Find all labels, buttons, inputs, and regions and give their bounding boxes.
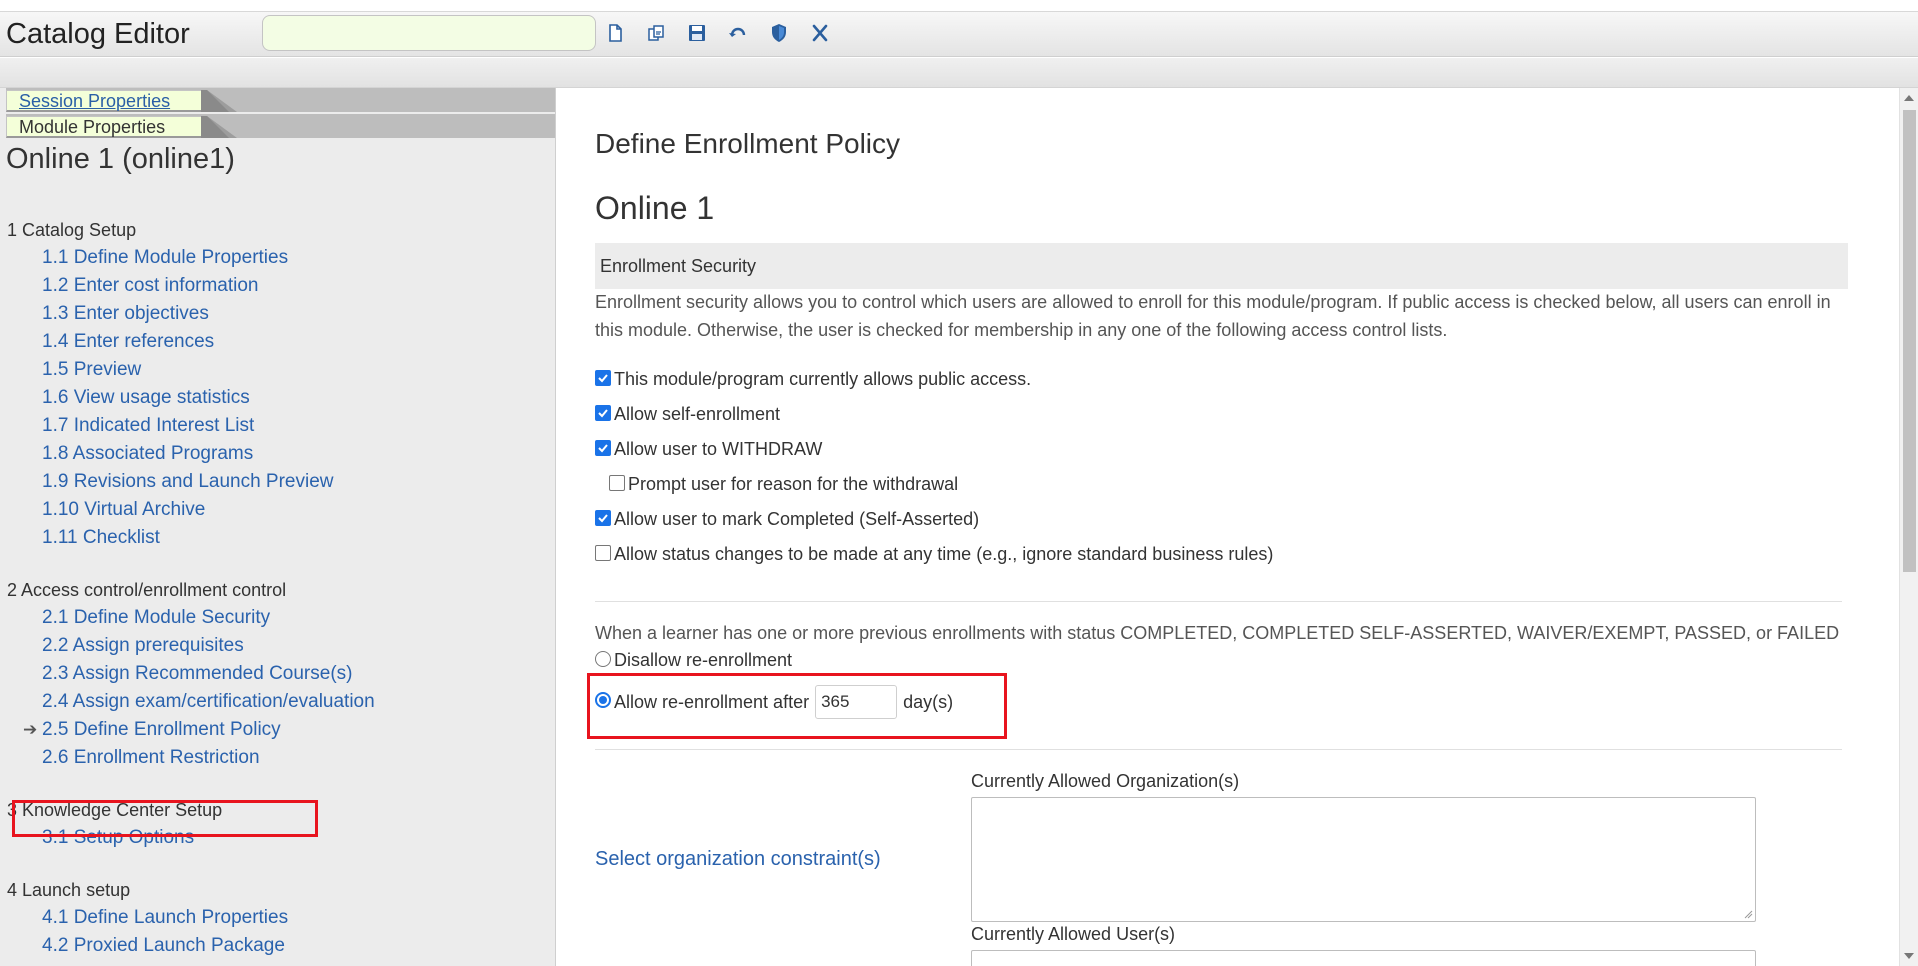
undo-icon[interactable] — [727, 22, 749, 44]
option-label: This module/program currently allows pub… — [614, 369, 1032, 389]
allowed-orgs-textarea[interactable] — [971, 797, 1756, 922]
nav-item-enter-cost-information[interactable]: 1.2 Enter cost information — [0, 272, 555, 300]
highlight-box-reenrollment — [587, 673, 1007, 739]
nav-section-access-control: 2 Access control/enrollment control — [7, 580, 287, 600]
nav-item-label: 2.5 Define Enrollment Policy — [42, 719, 281, 740]
app-title: Catalog Editor — [6, 18, 190, 50]
nav-item-checklist[interactable]: 1.11 Checklist — [0, 524, 555, 552]
close-x-icon[interactable] — [809, 22, 831, 44]
nav-item-assign-exam[interactable]: 2.4 Assign exam/certification/evaluation — [0, 688, 555, 716]
new-document-icon[interactable] — [604, 22, 626, 44]
checkbox-unchecked-icon[interactable] — [595, 544, 611, 561]
nav-item-assign-recommended-courses[interactable]: 2.3 Assign Recommended Course(s) — [0, 660, 555, 688]
option-label: Allow status changes to be made at any t… — [614, 544, 1274, 564]
main-scrollbar[interactable] — [1899, 88, 1918, 966]
nav-item-enter-objectives[interactable]: 1.3 Enter objectives — [0, 300, 555, 328]
scroll-down-arrow-icon[interactable] — [1904, 953, 1914, 959]
tab-label: Module Properties — [19, 117, 166, 137]
current-arrow-icon: ➔ — [23, 720, 38, 739]
option-public-access[interactable]: This module/program currently allows pub… — [595, 369, 1031, 390]
section-header: Enrollment Security — [595, 243, 1848, 289]
page-title: Define Enrollment Policy — [595, 128, 901, 159]
option-self-enrollment[interactable]: Allow self-enrollment — [595, 404, 780, 425]
nav-item-revisions-launch-preview[interactable]: 1.9 Revisions and Launch Preview — [0, 468, 555, 496]
tab-corner — [201, 116, 237, 138]
tab-corner — [201, 90, 237, 112]
save-icon[interactable] — [686, 22, 708, 44]
radio-unselected-icon[interactable] — [595, 650, 611, 667]
nav-item-define-module-security[interactable]: 2.1 Define Module Security — [0, 604, 555, 632]
nav-item-enter-references[interactable]: 1.4 Enter references — [0, 328, 555, 356]
search-input[interactable] — [262, 15, 596, 51]
left-panel: Session Properties Module Properties Onl… — [0, 88, 556, 966]
option-prompt-reason[interactable]: Prompt user for reason for the withdrawa… — [609, 474, 958, 495]
option-label: Disallow re-enrollment — [614, 650, 793, 670]
main-content: Define Enrollment Policy Online 1 Enroll… — [557, 88, 1899, 966]
scroll-up-arrow-icon[interactable] — [1904, 95, 1914, 101]
option-label: Allow user to WITHDRAW — [614, 439, 823, 459]
divider — [595, 749, 1842, 750]
nav-item-define-enrollment-policy[interactable]: ➔ 2.5 Define Enrollment Policy — [0, 716, 555, 744]
option-disallow-reenrollment[interactable]: Disallow re-enrollment — [595, 650, 792, 671]
module-name: Online 1 (online1) — [6, 143, 235, 175]
sub-toolbar — [0, 58, 1918, 88]
option-label: Prompt user for reason for the withdrawa… — [628, 474, 959, 494]
section-description: Enrollment security allows you to contro… — [595, 292, 1831, 340]
nav-tree: 1 Catalog Setup 1.1 Define Module Proper… — [0, 216, 555, 960]
option-status-changes[interactable]: Allow status changes to be made at any t… — [595, 544, 1273, 565]
shield-icon[interactable] — [768, 22, 790, 44]
option-label: Allow user to mark Completed (Self-Asser… — [614, 509, 980, 529]
nav-item-define-launch-properties[interactable]: 4.1 Define Launch Properties — [0, 904, 555, 932]
checkbox-unchecked-icon[interactable] — [609, 474, 625, 491]
nav-item-proxied-launch-package[interactable]: 4.2 Proxied Launch Package — [0, 932, 555, 960]
reenrollment-condition-text: When a learner has one or more previous … — [595, 623, 1840, 643]
allowed-orgs-label: Currently Allowed Organization(s) — [971, 771, 1240, 791]
nav-item-enrollment-restriction[interactable]: 2.6 Enrollment Restriction — [0, 744, 555, 772]
scroll-thumb[interactable] — [1903, 110, 1916, 572]
option-allow-withdraw[interactable]: Allow user to WITHDRAW — [595, 439, 822, 460]
divider — [595, 601, 1842, 602]
window-top-strip — [0, 0, 1918, 12]
module-title: Online 1 — [595, 190, 715, 226]
nav-item-associated-programs[interactable]: 1.8 Associated Programs — [0, 440, 555, 468]
allowed-users-label: Currently Allowed User(s) — [971, 924, 1176, 944]
option-label: Allow self-enrollment — [614, 404, 781, 424]
highlight-box-nav — [12, 800, 318, 837]
nav-item-virtual-archive[interactable]: 1.10 Virtual Archive — [0, 496, 555, 524]
tab-module-properties[interactable]: Module Properties — [6, 116, 237, 138]
tab-label: Session Properties — [19, 91, 171, 111]
nav-item-view-usage-statistics[interactable]: 1.6 View usage statistics — [0, 384, 555, 412]
nav-item-indicated-interest-list[interactable]: 1.7 Indicated Interest List — [0, 412, 555, 440]
resize-handle-icon[interactable] — [1743, 909, 1753, 919]
nav-item-define-module-properties[interactable]: 1.1 Define Module Properties — [0, 244, 555, 272]
select-organization-link[interactable]: Select organization constraint(s) — [595, 848, 881, 871]
tab-session-properties[interactable]: Session Properties — [6, 90, 237, 112]
checkbox-checked-icon[interactable] — [595, 369, 611, 386]
property-tabs: Session Properties Module Properties — [0, 88, 555, 140]
app-header: Catalog Editor — [0, 12, 1918, 57]
nav-item-preview[interactable]: 1.5 Preview — [0, 356, 555, 384]
nav-section-catalog-setup: 1 Catalog Setup — [7, 220, 137, 240]
checkbox-checked-icon[interactable] — [595, 439, 611, 456]
copy-icon[interactable] — [645, 22, 667, 44]
checkbox-checked-icon[interactable] — [595, 404, 611, 421]
checkbox-checked-icon[interactable] — [595, 509, 611, 526]
nav-item-assign-prerequisites[interactable]: 2.2 Assign prerequisites — [0, 632, 555, 660]
allowed-users-listbox[interactable] — [971, 950, 1756, 966]
option-mark-completed[interactable]: Allow user to mark Completed (Self-Asser… — [595, 509, 979, 530]
nav-section-launch-setup: 4 Launch setup — [7, 880, 131, 900]
